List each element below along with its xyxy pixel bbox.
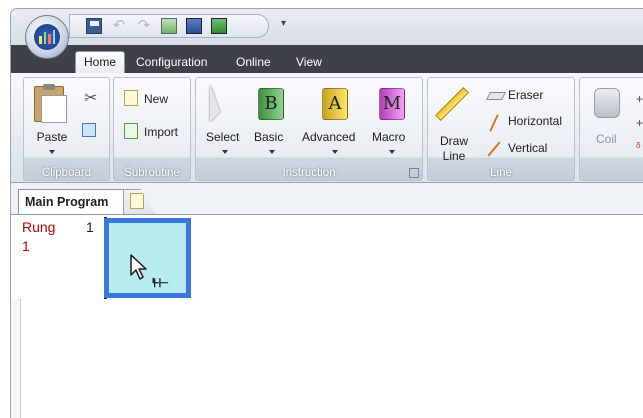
application-menu-button[interactable] [25, 15, 69, 59]
macro-button[interactable]: Macro [372, 130, 405, 144]
undo-icon[interactable]: ↶ [111, 18, 127, 34]
subroutine-group-label: Subroutine [124, 167, 180, 179]
paste-icon[interactable] [34, 84, 67, 123]
select-dropdown-arrow[interactable] [222, 150, 228, 154]
tab-view[interactable]: View [296, 51, 322, 73]
select-pointer-icon[interactable] [210, 84, 230, 122]
rung-label-number: 1 [86, 219, 94, 235]
title-bar: ↶ ↷ ▾ [11, 9, 643, 49]
new-page-icon [130, 193, 144, 209]
draw-line-label-2: Line [442, 149, 466, 163]
eraser-icon[interactable] [486, 92, 506, 100]
picture-icon[interactable] [161, 18, 177, 34]
customize-toolbar-icon[interactable]: ▾ [281, 18, 286, 29]
vertical-line-icon[interactable] [487, 141, 501, 157]
coil-button[interactable]: Coil [596, 132, 617, 146]
selected-ladder-cell[interactable]: ᑊ⊦⊢ [104, 218, 191, 298]
output-group: Coil + + ᵟ [579, 77, 643, 181]
advanced-dropdown-arrow[interactable] [332, 150, 338, 154]
draw-line-button[interactable]: Draw Line [440, 134, 468, 164]
monitor-green-icon[interactable] [211, 18, 227, 34]
basic-button[interactable]: Basic [254, 130, 283, 144]
new-subroutine-button[interactable]: New [144, 92, 168, 106]
line-group: Draw Line Eraser Horizontal Vertical Lin… [427, 77, 575, 181]
ladder-cell-fill[interactable]: ᑊ⊦⊢ [109, 223, 186, 293]
import-button[interactable]: Import [144, 125, 178, 139]
rung-index: 1 [22, 238, 30, 254]
select-button[interactable]: Select [206, 130, 239, 144]
clipboard-group-label: Clipboard [41, 167, 92, 179]
advanced-button[interactable]: Advanced [302, 130, 355, 144]
advanced-book-icon[interactable]: A [322, 88, 348, 120]
clipboard-group: Paste ✂ Clipboard [23, 77, 110, 181]
window-left-edge [11, 299, 21, 418]
eraser-button[interactable]: Eraser [508, 88, 543, 102]
macro-dropdown-arrow[interactable] [389, 150, 395, 154]
plus-icon-2[interactable]: + [636, 116, 643, 130]
instruction-group: Select B Basic A Advanced M Macro Instru… [195, 77, 423, 181]
macro-book-icon[interactable]: M [379, 88, 405, 120]
cut-icon[interactable]: ✂ [84, 88, 97, 108]
mouse-pointer-icon [130, 254, 147, 280]
line-group-label: Line [490, 167, 512, 179]
tab-configuration[interactable]: Configuration [136, 51, 207, 73]
paste-dropdown-arrow[interactable] [49, 150, 55, 154]
draw-line-pencil-icon[interactable] [435, 87, 469, 121]
ribbon: Paste ✂ Clipboard New Import Subroutine … [11, 73, 643, 183]
ladder-editor[interactable]: Rung 1 1 ᑊ⊦⊢ [11, 214, 643, 418]
horizontal-line-icon[interactable] [489, 114, 499, 132]
save-icon[interactable] [86, 18, 102, 34]
redo-icon[interactable]: ↷ [136, 18, 152, 34]
basic-book-icon[interactable]: B [258, 88, 284, 120]
vertical-button[interactable]: Vertical [508, 141, 547, 155]
copy-icon[interactable] [82, 123, 96, 137]
import-icon[interactable] [124, 123, 138, 139]
app-logo-icon [34, 24, 60, 50]
horizontal-button[interactable]: Horizontal [508, 114, 562, 128]
monitor-blue-icon[interactable] [186, 18, 202, 34]
rung-label: Rung [22, 219, 56, 235]
new-subroutine-icon[interactable] [124, 90, 138, 106]
delete-icon[interactable]: ᵟ [636, 140, 641, 154]
new-program-tab[interactable] [123, 189, 155, 214]
tab-main-program[interactable]: Main Program [18, 189, 124, 214]
plus-icon[interactable]: + [636, 92, 643, 106]
contact-symbol-icon: ᑊ⊦⊢ [152, 276, 169, 290]
tab-home[interactable]: Home [75, 51, 126, 73]
menu-tab-bar: Home Configuration Online View [11, 45, 643, 73]
coil-icon[interactable] [594, 88, 620, 118]
draw-line-label-1: Draw [440, 134, 469, 148]
quick-access-toolbar: ↶ ↷ [69, 14, 269, 38]
basic-dropdown-arrow[interactable] [269, 150, 275, 154]
document-tab-strip: Main Program [11, 187, 643, 214]
instruction-group-label: Instruction [282, 167, 336, 179]
subroutine-group: New Import Subroutine [113, 77, 191, 181]
application-window: ↶ ↷ ▾ Home Configuration Online View Pas… [10, 8, 643, 418]
tab-online[interactable]: Online [236, 51, 271, 73]
paste-button[interactable]: Paste [24, 130, 80, 144]
